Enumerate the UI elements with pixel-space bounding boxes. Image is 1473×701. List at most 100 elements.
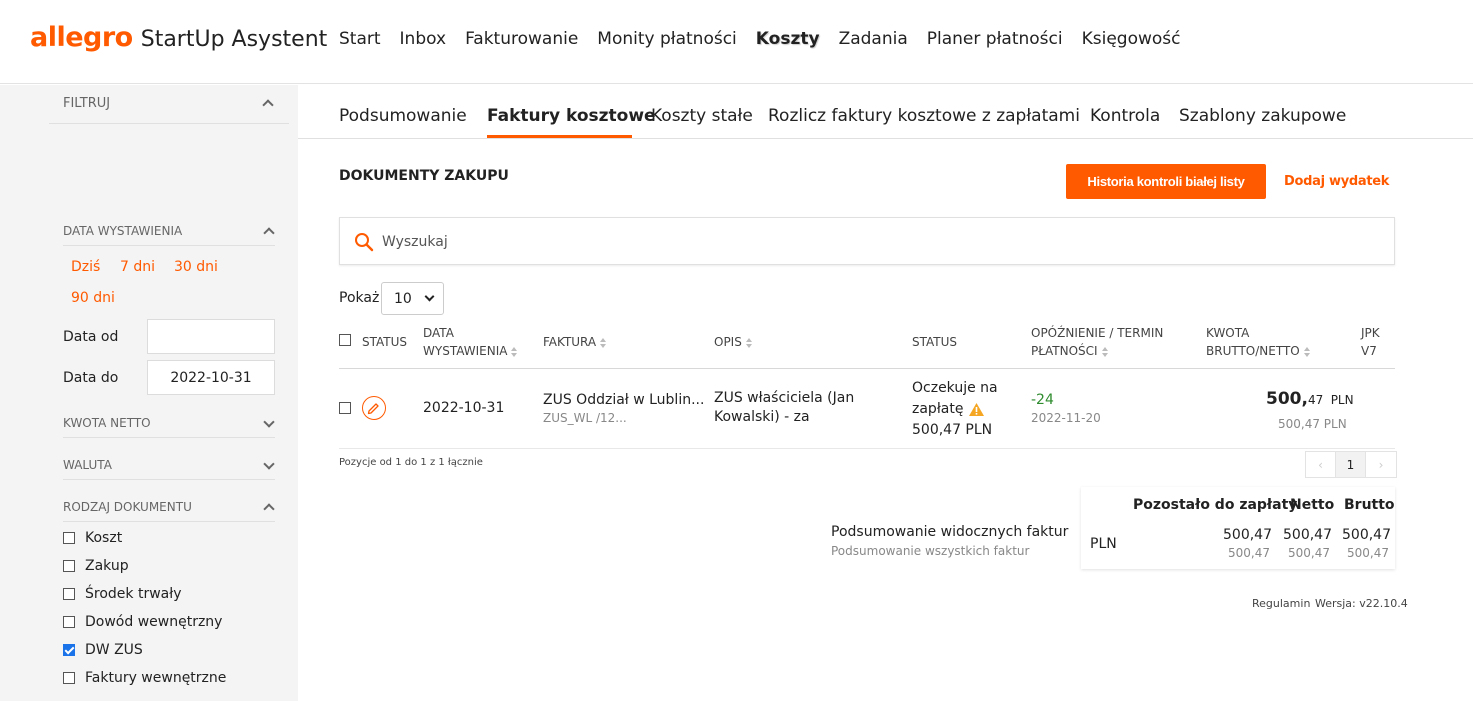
- sort-icon[interactable]: [1101, 346, 1108, 357]
- col-status: STATUS: [362, 335, 408, 349]
- sort-icon[interactable]: [745, 337, 752, 348]
- doctype-label: Środek trwały: [85, 586, 182, 602]
- search-input[interactable]: [382, 228, 1282, 256]
- terms-link[interactable]: Regulamin: [1252, 597, 1310, 610]
- doctype-koszt[interactable]: Koszt: [63, 530, 122, 546]
- section-currency[interactable]: WALUTA: [63, 454, 275, 480]
- col-date-line2[interactable]: WYSTAWIENIA: [423, 342, 518, 360]
- quick-range-today[interactable]: Dziś: [71, 259, 100, 275]
- col-desc[interactable]: OPIS: [714, 333, 752, 351]
- row-status-line1: Oczekuje na: [912, 380, 998, 396]
- doctype-checkbox[interactable]: [63, 588, 75, 600]
- tab-rozlicz[interactable]: Rozlicz faktury kosztowe z zapłatami: [768, 106, 1080, 126]
- row-gross-currency: PLN: [1330, 393, 1354, 407]
- summary-all-label: Podsumowanie wszystkich faktur: [831, 544, 1030, 558]
- page-size-select[interactable]: 10: [381, 282, 444, 315]
- col-date-line1: DATA: [423, 326, 454, 340]
- date-from-label: Data od: [63, 329, 119, 345]
- section-doctype[interactable]: RODZAJ DOKUMENTU: [63, 496, 275, 522]
- chevron-down-icon: [424, 291, 435, 302]
- header-divider: [339, 368, 1395, 369]
- row-date: 2022-10-31: [423, 400, 505, 416]
- history-button[interactable]: Historia kontroli białej listy: [1066, 164, 1266, 199]
- chevron-down-icon[interactable]: [263, 416, 275, 428]
- doctype-srodek-trwaly[interactable]: Środek trwały: [63, 586, 182, 602]
- date-to-input[interactable]: 2022-10-31: [147, 360, 275, 395]
- sort-icon[interactable]: [511, 346, 518, 357]
- sort-icon[interactable]: [600, 337, 607, 348]
- nav-start[interactable]: Start: [339, 29, 381, 49]
- pencil-icon: [367, 403, 379, 415]
- pagination-info: Pozycje od 1 do 1 z 1 łącznie: [339, 457, 483, 468]
- col-delay-line2[interactable]: PŁATNOŚCI: [1031, 342, 1108, 360]
- row-gross-dec: 47: [1307, 393, 1324, 407]
- main-nav: Start Inbox Fakturowanie Monity płatnośc…: [339, 29, 1199, 49]
- chevron-up-icon[interactable]: [262, 99, 274, 111]
- nav-ksiegowosc[interactable]: Księgowość: [1082, 29, 1181, 49]
- page-1-button[interactable]: 1: [1336, 452, 1366, 477]
- col-date-label: WYSTAWIENIA: [423, 344, 508, 358]
- chevron-up-icon[interactable]: [263, 503, 275, 515]
- doctype-checkbox[interactable]: [63, 560, 75, 572]
- section-date[interactable]: DATA WYSTAWIENIA: [63, 220, 275, 246]
- tab-koszty-stale[interactable]: Koszty stałe: [651, 106, 753, 126]
- doctype-zakup[interactable]: Zakup: [63, 558, 129, 574]
- filter-header[interactable]: FILTRUJ: [49, 92, 289, 124]
- edit-icon[interactable]: [362, 396, 386, 420]
- quick-range-90[interactable]: 90 dni: [71, 290, 115, 306]
- row-checkbox[interactable]: [339, 402, 351, 414]
- nav-zadania[interactable]: Zadania: [839, 29, 908, 49]
- col-amount-line2[interactable]: BRUTTO/NETTO: [1206, 342, 1310, 360]
- nav-monity[interactable]: Monity płatności: [597, 29, 737, 49]
- brand-logo: allegro: [30, 22, 133, 53]
- active-tab-underline: [487, 135, 632, 138]
- doctype-checkbox[interactable]: [63, 672, 75, 684]
- tab-podsumowanie[interactable]: Podsumowanie: [339, 106, 467, 126]
- nav-planer[interactable]: Planer płatności: [927, 29, 1063, 49]
- select-all-checkbox[interactable]: [339, 334, 351, 346]
- summary-currency: PLN: [1090, 536, 1117, 552]
- summary-col-net: Netto: [1290, 497, 1335, 513]
- chevron-up-icon[interactable]: [263, 227, 275, 239]
- doctype-label: DW ZUS: [85, 642, 143, 658]
- app-logo[interactable]: allegro StartUp Asystent: [30, 22, 327, 53]
- date-to-label: Data do: [63, 370, 119, 386]
- nav-koszty[interactable]: Koszty: [756, 29, 820, 49]
- summary-visible-net: 500,47: [1283, 527, 1332, 543]
- tab-kontrola[interactable]: Kontrola: [1090, 106, 1160, 126]
- sort-icon[interactable]: [1303, 346, 1310, 357]
- summary-all-gross: 500,47: [1347, 546, 1389, 560]
- doctype-checkbox[interactable]: [63, 616, 75, 628]
- doctype-checkbox[interactable]: [63, 532, 75, 544]
- col-amount-line1: KWOTA: [1206, 326, 1250, 340]
- quick-range-7[interactable]: 7 dni: [120, 259, 155, 275]
- tab-szablony[interactable]: Szablony zakupowe: [1179, 106, 1346, 126]
- doctype-dowod-wewnetrzny[interactable]: Dowód wewnętrzny: [63, 614, 222, 630]
- col-desc-label: OPIS: [714, 335, 742, 349]
- doctype-label: Dowód wewnętrzny: [85, 614, 223, 630]
- quick-range-30[interactable]: 30 dni: [174, 259, 218, 275]
- add-expense-button[interactable]: Dodaj wydatek: [1284, 174, 1389, 189]
- section-amount[interactable]: KWOTA NETTO: [63, 412, 275, 438]
- date-from-input[interactable]: [147, 319, 275, 354]
- col-invoice[interactable]: FAKTURA: [543, 333, 607, 351]
- nav-inbox[interactable]: Inbox: [400, 29, 447, 49]
- doctype-dw-zus[interactable]: DW ZUS: [63, 642, 143, 658]
- doctype-faktury-wewnetrzne[interactable]: Faktury wewnętrzne: [63, 670, 226, 686]
- tab-faktury-kosztowe[interactable]: Faktury kosztowe: [487, 106, 656, 126]
- section-amount-label: KWOTA NETTO: [63, 416, 151, 430]
- doctype-checkbox-checked[interactable]: [63, 644, 75, 656]
- next-page-button[interactable]: ›: [1366, 452, 1396, 477]
- row-due-date: 2022-11-20: [1031, 411, 1101, 425]
- row-invoice[interactable]: ZUS Oddział w Lublin...: [543, 390, 704, 410]
- summary-visible-gross: 500,47: [1342, 527, 1391, 543]
- search-box: [339, 217, 1395, 265]
- col-jpk-line2: V7: [1361, 344, 1377, 358]
- summary-all-net: 500,47: [1288, 546, 1330, 560]
- row-status-amount: 500,47 PLN: [912, 422, 993, 438]
- col-delay-line1: OPÓŹNIENIE / TERMIN: [1031, 326, 1164, 340]
- prev-page-button[interactable]: ‹: [1306, 452, 1336, 477]
- chevron-down-icon[interactable]: [263, 458, 275, 470]
- nav-fakturowanie[interactable]: Fakturowanie: [465, 29, 578, 49]
- row-net: 500,47 PLN: [1278, 417, 1347, 431]
